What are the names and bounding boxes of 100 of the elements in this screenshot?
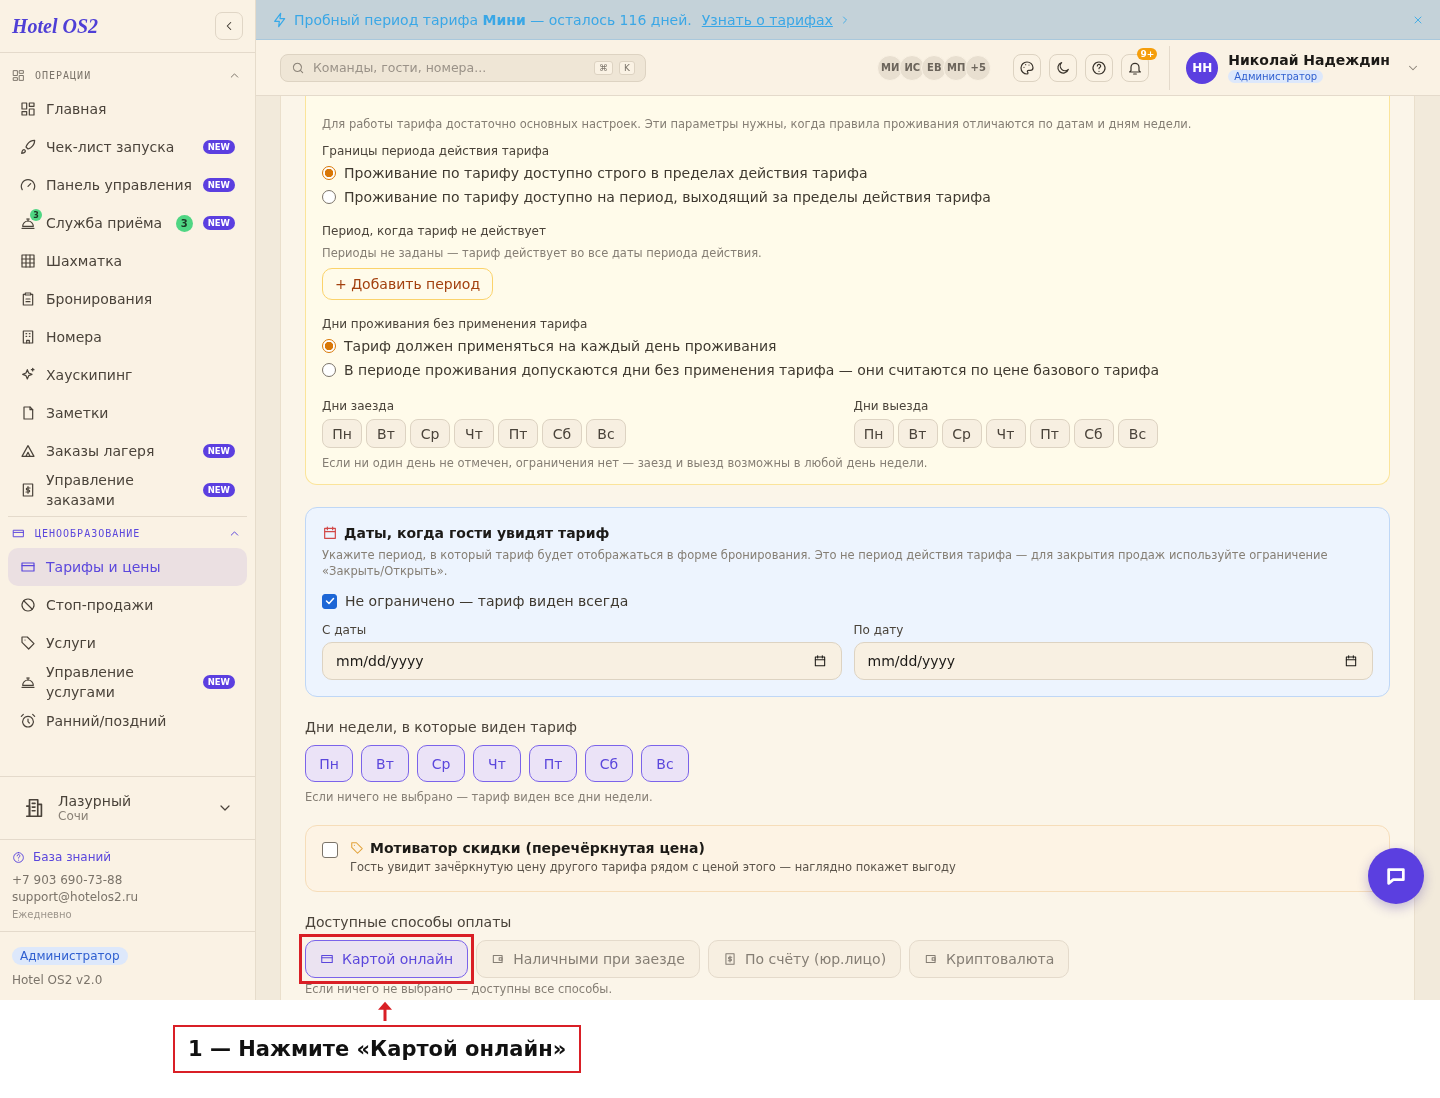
day-toggle[interactable]: Пт [498,419,538,448]
nav-label: Заказы лагеря [46,442,156,461]
nav-item[interactable]: Хаускипинг [8,356,247,394]
search-field[interactable]: Команды, гости, номера... [311,59,589,76]
payment-option[interactable]: Криптовалюта [909,940,1070,978]
day-toggle[interactable]: Пн [305,745,353,782]
logo[interactable]: Hotel OS2 [12,14,215,38]
day-toggle[interactable]: Вт [897,419,938,448]
service-bell-icon [20,674,36,690]
hint-text: Если ни один день не отмечен, ограничения нет — заезд и выезд возможны в любой день недели. [322,456,928,470]
nav-item[interactable]: Заказы лагеря NEW [8,432,247,470]
nav-item[interactable]: Номера [8,318,247,356]
dollar-receipt-icon [722,952,737,966]
day-toggle[interactable]: Пн [853,419,894,448]
day-toggle[interactable]: Вт [366,419,406,448]
section-label: Доступные способы оплаты [305,914,513,930]
day-toggle[interactable]: Пт [529,745,577,782]
help-button[interactable] [1085,53,1114,82]
role-badge: Администратор [1228,70,1324,83]
nav-item[interactable]: Панель управления NEW [8,166,247,204]
add-period-button[interactable]: + Добавить период [322,268,494,300]
dark-mode-button[interactable] [1049,53,1078,82]
radio-button[interactable] [322,363,336,377]
nav-item[interactable]: Шахматка [8,242,247,280]
day-toggle[interactable]: Сб [542,419,582,448]
calendar-icon[interactable] [1344,654,1358,668]
nav-item[interactable]: Управление услугами NEW [8,662,247,702]
sparkles-icon [20,367,36,383]
nav-label: Хаускипинг [46,366,134,385]
hint-text: Если ничего не выбрано — тариф виден все дни недели. [305,790,654,804]
new-badge: NEW [202,140,235,154]
day-toggle[interactable]: Сб [1073,419,1114,448]
checkbox[interactable] [322,593,337,609]
nav-item[interactable]: Тарифы и цены [8,548,247,586]
nav-item[interactable]: 3 Служба приёма 3 NEW [8,204,247,242]
day-toggle[interactable]: Вс [1117,419,1158,448]
day-toggle[interactable]: Пн [322,419,362,448]
day-toggle[interactable]: Вс [586,419,626,448]
user-menu[interactable]: НН Николай Надеждин Администратор [1186,51,1420,84]
hint-text: Периоды не заданы — тариф действует во все даты периода действия. [322,246,762,260]
nav-item[interactable]: Заметки [8,394,247,432]
payment-option[interactable]: Наличными при заезде [476,940,700,978]
keyboard-key: ⌘ [594,60,614,75]
instruction-callout: 1 — Нажмите «Картой онлайн» [173,1025,582,1073]
help-icon [12,850,25,864]
day-toggle[interactable]: Чт [985,419,1026,448]
new-badge: NEW [202,483,235,497]
day-toggle[interactable]: Вт [361,745,409,782]
nav-item[interactable]: Ранний/поздний [8,702,247,740]
date-value: mm/dd/yyyy [336,653,424,669]
radio-button[interactable] [322,339,336,353]
panel-description: Укажите период, в который тариф будет отображаться в форме бронирования. Это не период действия тарифа — для закрытия продаж используйте ограничение «Закрыть/Открыть». [322,547,1329,579]
radio-option[interactable]: Проживание по тарифу доступно строго в пределах действия тарифа [322,164,868,182]
day-toggle[interactable]: Чт [473,745,521,782]
radio-option[interactable]: Проживание по тарифу доступно на период, выходящий за пределы действия тарифа [322,188,991,206]
group-label: Период, когда тариф не действует [322,224,546,238]
panel-title: Даты, когда гости увидят тариф [344,525,610,541]
radio-option[interactable]: В периоде проживания допускаются дни без применения тарифа — они считаются по цене базового тарифа [322,361,1159,379]
wallet-icon [924,952,939,966]
radio-button[interactable] [322,166,336,180]
nav-label: Шахматка [46,252,124,271]
clipboard-icon [20,291,36,307]
date-field[interactable]: mm/dd/yyyy [322,642,842,680]
nav-item[interactable]: Чек-лист запуска NEW [8,128,247,166]
date-field[interactable]: mm/dd/yyyy [853,642,1373,680]
payment-option[interactable]: Картой онлайн [305,940,469,978]
user-name: Николай Надеждин [1228,52,1390,68]
day-toggle[interactable]: Вс [641,745,689,782]
search-bar[interactable]: Команды, гости, номера... ⌘ K [280,53,646,82]
nav-item[interactable]: Главная [8,90,247,128]
day-toggle[interactable]: Ср [410,419,450,448]
support-hours: Ежедневно [12,909,73,920]
gauge-icon [20,177,36,193]
user-avatar: НН [1186,51,1219,84]
day-toggle[interactable]: Пт [1029,419,1070,448]
checkbox[interactable] [322,842,338,858]
hotel-selector[interactable]: Лазурный Сочи [0,776,255,839]
nav-item[interactable]: Управление заказами NEW [8,470,247,510]
day-toggle[interactable]: Ср [941,419,982,448]
lightning-icon [272,11,288,28]
knowledge-base-link[interactable]: База знаний [33,850,112,864]
more-users-count: +5 [965,54,992,81]
day-toggle[interactable]: Ср [417,745,465,782]
ban-icon [20,597,36,613]
nav-item[interactable]: Стоп-продажи [8,586,247,624]
day-toggle[interactable]: Чт [454,419,494,448]
nav-label: Служба приёма [46,214,164,233]
search-icon [291,60,305,75]
theme-palette-button[interactable] [1013,53,1042,82]
nav-item[interactable]: Услуги [8,624,247,662]
calendar-icon[interactable] [812,654,827,668]
panel-title: Мотиватор скидки (перечёркнутая цена) [370,840,705,856]
payment-option[interactable]: По счёту (юр.лицо) [707,940,902,978]
nav-item[interactable]: Бронирования [8,280,247,318]
radio-button[interactable] [322,190,336,204]
new-badge: NEW [202,216,235,230]
day-toggle[interactable]: Сб [585,745,633,782]
tent-icon [20,443,36,459]
radio-option[interactable]: Тариф должен применяться на каждый день проживания [322,337,777,355]
phone-number: +7 903 690-73-88 [12,873,124,887]
